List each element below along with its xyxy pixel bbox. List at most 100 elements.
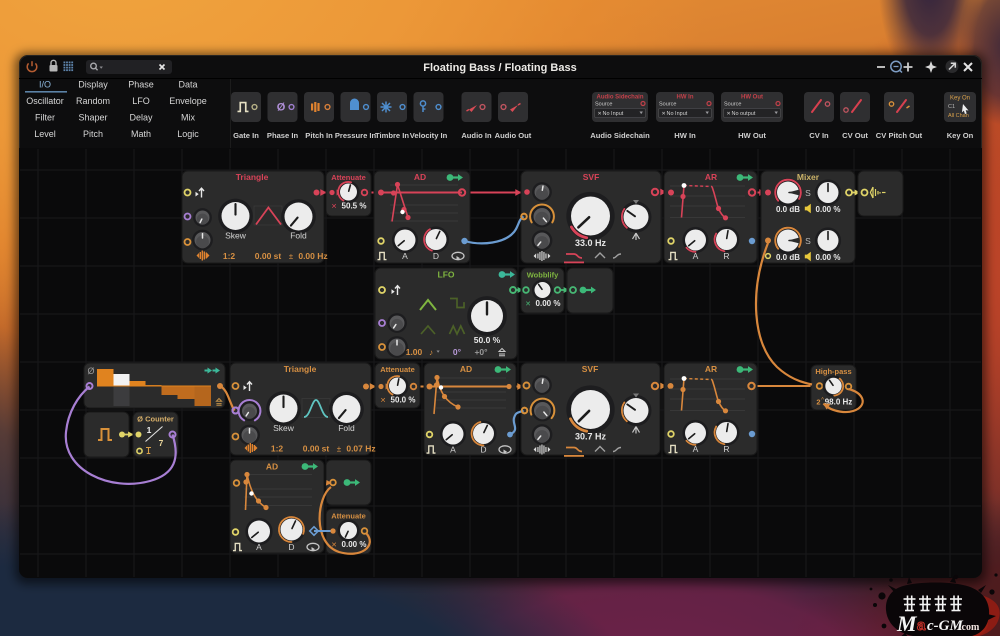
- svg-text:0.00 %: 0.00 %: [342, 540, 367, 549]
- svg-text:Oscillator: Oscillator: [26, 96, 64, 106]
- svg-text:D: D: [288, 542, 294, 552]
- svg-text:1:2: 1:2: [223, 251, 236, 261]
- svg-text:Audio Sidechain: Audio Sidechain: [596, 95, 643, 101]
- svg-text:LFO: LFO: [438, 270, 455, 280]
- svg-text:✕: ✕: [727, 111, 731, 117]
- svg-text:±: ±: [289, 252, 294, 261]
- svg-text:A: A: [450, 445, 456, 455]
- svg-text:0.0 dB: 0.0 dB: [776, 205, 800, 214]
- svg-text:CV Out: CV Out: [842, 131, 868, 140]
- svg-text:1.00: 1.00: [406, 347, 423, 357]
- svg-text:Ø: Ø: [87, 366, 94, 376]
- svg-text:Key On: Key On: [947, 131, 974, 140]
- svg-text:CV In: CV In: [809, 131, 829, 140]
- svg-text:50.0 %: 50.0 %: [391, 396, 416, 405]
- svg-text:0.00 st: 0.00 st: [255, 251, 282, 261]
- svg-text:Audio Sidechain: Audio Sidechain: [590, 131, 650, 140]
- svg-text:A: A: [402, 251, 408, 261]
- svg-text:Delay: Delay: [129, 113, 153, 123]
- svg-text:Audio In: Audio In: [461, 131, 492, 140]
- svg-text:High-pass: High-pass: [815, 367, 851, 376]
- svg-text:Fold: Fold: [338, 423, 355, 433]
- svg-text:R: R: [723, 444, 729, 454]
- svg-text:D: D: [480, 445, 486, 455]
- svg-text:✕: ✕: [331, 204, 337, 211]
- svg-text:R: R: [723, 251, 729, 261]
- svg-text:Audio Out: Audio Out: [495, 131, 532, 140]
- svg-text:M: M: [896, 611, 918, 636]
- svg-text:0°: 0°: [453, 347, 462, 357]
- svg-text:✕: ✕: [598, 111, 602, 117]
- svg-text:0.00 %: 0.00 %: [536, 299, 561, 308]
- svg-text:♪: ♪: [429, 348, 433, 357]
- svg-text:Logic: Logic: [177, 129, 199, 139]
- svg-text:Mix: Mix: [181, 113, 195, 123]
- svg-text:Display: Display: [78, 80, 108, 90]
- svg-text:Attenuate: Attenuate: [331, 173, 366, 182]
- svg-text:Pressure In: Pressure In: [335, 131, 377, 140]
- svg-text:All Chan: All Chan: [948, 113, 969, 119]
- svg-text:Data: Data: [178, 80, 197, 90]
- svg-text:HW Out: HW Out: [738, 131, 766, 140]
- svg-text:Math: Math: [131, 129, 151, 139]
- svg-text:CV Pitch Out: CV Pitch Out: [876, 131, 923, 140]
- svg-text:33.0 Hz: 33.0 Hz: [575, 238, 607, 248]
- svg-text:0.00 %: 0.00 %: [816, 205, 841, 214]
- svg-text:0.00 %: 0.00 %: [816, 253, 841, 262]
- svg-text:Triangle: Triangle: [284, 364, 317, 374]
- svg-text:Attenuate: Attenuate: [331, 512, 366, 521]
- svg-text:Attenuate: Attenuate: [380, 365, 415, 374]
- svg-text:1: 1: [147, 425, 152, 435]
- svg-text:Mixer: Mixer: [797, 172, 820, 182]
- svg-text:✕: ✕: [380, 398, 386, 405]
- svg-text:SVF: SVF: [583, 172, 600, 182]
- svg-text:HW Out: HW Out: [741, 95, 763, 101]
- svg-text:0.00 Hz: 0.00 Hz: [298, 251, 327, 261]
- svg-text:No output: No output: [732, 111, 756, 117]
- svg-text:Phase In: Phase In: [267, 131, 299, 140]
- svg-text:D: D: [433, 251, 439, 261]
- svg-text:Source: Source: [595, 102, 612, 108]
- svg-text:Shaper: Shaper: [78, 113, 107, 123]
- svg-text:+0°: +0°: [474, 347, 488, 357]
- svg-text:Fold: Fold: [290, 231, 307, 241]
- svg-text:Filter: Filter: [35, 113, 55, 123]
- svg-text:Source: Source: [659, 102, 676, 108]
- svg-text:7: 7: [159, 438, 164, 448]
- svg-text:Wobblify: Wobblify: [527, 271, 559, 280]
- svg-text:LFO: LFO: [132, 96, 150, 106]
- svg-text:✕: ✕: [662, 111, 666, 117]
- svg-text:Gate In: Gate In: [233, 131, 259, 140]
- svg-text:A: A: [256, 542, 262, 552]
- svg-text:^: ^: [821, 398, 824, 404]
- svg-text:No Input: No Input: [603, 111, 624, 117]
- svg-text:AR: AR: [705, 172, 717, 182]
- svg-text:Velocity In: Velocity In: [410, 131, 448, 140]
- svg-text:Ø Counter: Ø Counter: [137, 415, 174, 424]
- svg-text:S: S: [805, 188, 811, 198]
- svg-text:30.7 Hz: 30.7 Hz: [575, 432, 607, 442]
- svg-text:±: ±: [337, 445, 342, 454]
- svg-text:Key On: Key On: [950, 96, 970, 102]
- svg-text:0.07 Hz: 0.07 Hz: [346, 444, 375, 454]
- svg-text:a: a: [917, 617, 926, 634]
- svg-text:Source: Source: [724, 102, 741, 108]
- svg-text:✕: ✕: [525, 301, 531, 308]
- svg-text:50.5 %: 50.5 %: [342, 202, 367, 211]
- svg-text:Random: Random: [76, 96, 110, 106]
- svg-text:Skew: Skew: [225, 231, 247, 241]
- svg-text:Triangle: Triangle: [236, 172, 269, 182]
- svg-text:No Input: No Input: [667, 111, 688, 117]
- svg-text:HW In: HW In: [674, 131, 696, 140]
- svg-text:C1: C1: [948, 104, 955, 110]
- svg-text:50.0 %: 50.0 %: [474, 335, 501, 345]
- svg-text:Pitch: Pitch: [83, 129, 103, 139]
- svg-text:0.0 dB: 0.0 dB: [776, 253, 800, 262]
- svg-text:A: A: [693, 444, 699, 454]
- svg-text:A: A: [693, 251, 699, 261]
- svg-text:AD: AD: [266, 462, 278, 472]
- svg-text:SVF: SVF: [582, 364, 599, 374]
- svg-text:I/O: I/O: [39, 80, 51, 90]
- svg-text:S: S: [805, 236, 811, 246]
- svg-text:Timbre In: Timbre In: [375, 131, 409, 140]
